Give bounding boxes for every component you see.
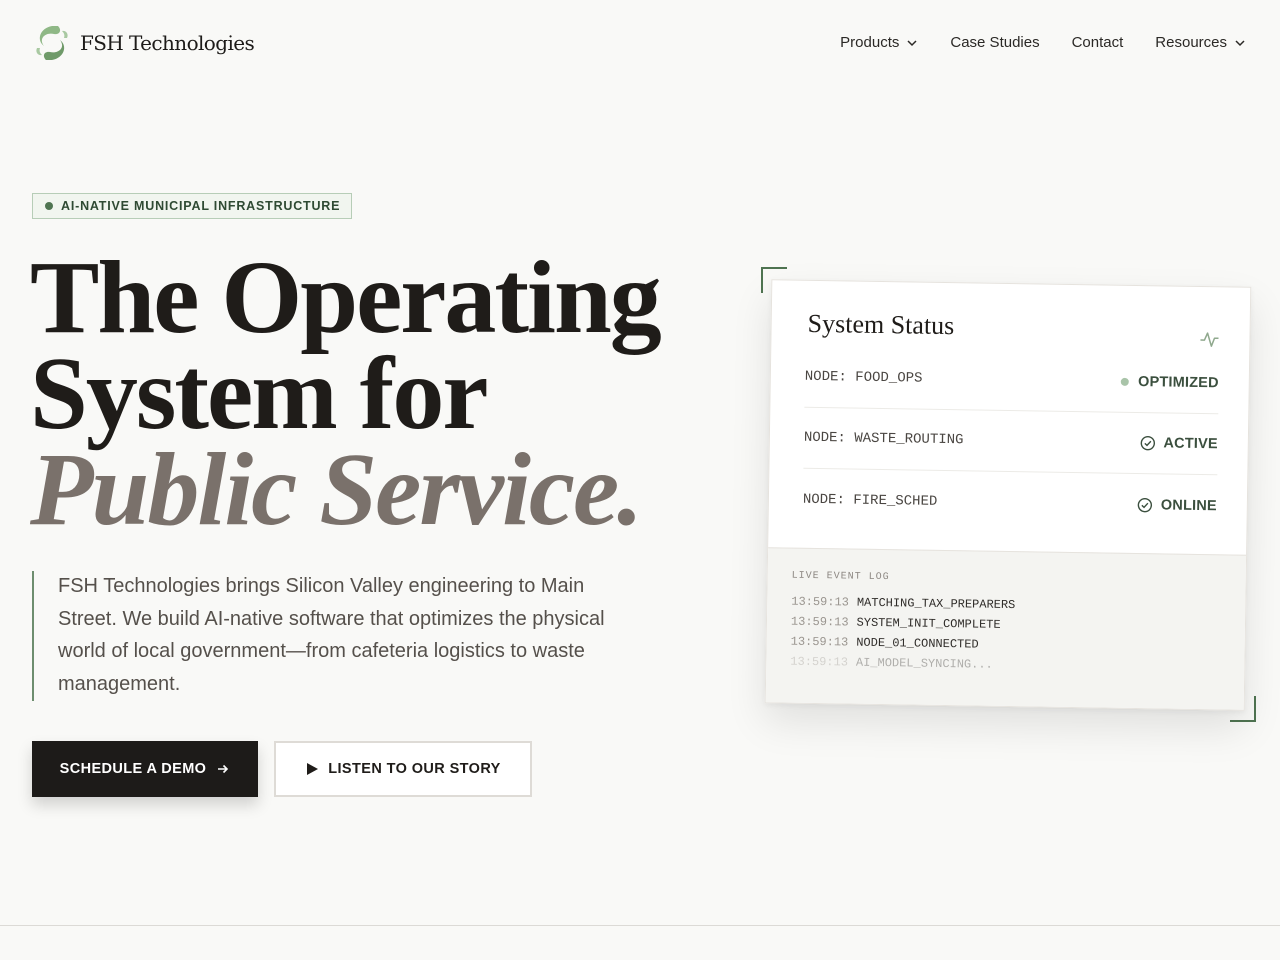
headline-line-3: Public Service.: [30, 432, 643, 547]
log-message: SYSTEM_INIT_COMPLETE: [856, 615, 1001, 632]
listen-story-label: LISTEN TO OUR STORY: [328, 761, 501, 777]
nav-item-label: Case Studies: [950, 34, 1040, 51]
status-text: OPTIMIZED: [1137, 374, 1219, 392]
node-label: NODE: FOOD_OPS: [804, 368, 923, 387]
arrow-right-icon: [218, 764, 229, 774]
nav-item-label: Products: [840, 34, 900, 51]
hero-headline: The Operating System for Public Service.: [30, 240, 730, 547]
activity-pulse-icon: [1200, 332, 1219, 347]
log-message: NODE_01_CONNECTED: [856, 635, 979, 652]
nav-item-resources[interactable]: Resources: [1155, 34, 1246, 51]
status-badge: OPTIMIZED: [1120, 374, 1219, 392]
chevron-down-icon: [1235, 39, 1245, 46]
system-status-card: System Status NODE: FOOD_OPS OPTIMIZED N…: [764, 279, 1252, 711]
log-time: 13:59:13: [791, 594, 850, 610]
node-row-fire-sched: NODE: FIRE_SCHED ONLINE: [802, 469, 1217, 536]
leaf-swirl-icon: [36, 26, 68, 60]
log-message: MATCHING_TAX_PREPARERS: [856, 595, 1016, 613]
log-time: 13:59:13: [790, 634, 849, 650]
nav-item-contact[interactable]: Contact: [1072, 34, 1124, 51]
node-label: NODE: WASTE_ROUTING: [803, 429, 964, 449]
badge-dot-icon: [45, 202, 53, 210]
nav-item-case-studies[interactable]: Case Studies: [950, 34, 1039, 51]
schedule-demo-button[interactable]: SCHEDULE A DEMO: [32, 741, 258, 797]
status-text: ONLINE: [1160, 496, 1217, 514]
site-header: FSH Technologies Products Case Studies C…: [0, 0, 1280, 88]
nav-item-label: Resources: [1155, 34, 1227, 51]
status-text: ACTIVE: [1163, 435, 1218, 453]
brand-logo-link[interactable]: FSH Technologies: [32, 22, 255, 64]
play-icon: [307, 763, 319, 775]
schedule-demo-label: SCHEDULE A DEMO: [59, 761, 207, 777]
headline-line-1: The Operating: [30, 240, 662, 355]
node-row-food-ops: NODE: FOOD_OPS OPTIMIZED: [804, 346, 1220, 415]
log-message: AI_MODEL_SYNCING...: [855, 655, 993, 672]
badge-label: AI-NATIVE MUNICIPAL INFRASTRUCTURE: [61, 199, 341, 213]
brand-name: FSH Technologies: [80, 31, 255, 55]
status-badge: ACTIVE: [1139, 435, 1218, 452]
card-title: System Status: [807, 308, 955, 341]
main-nav: Products Case Studies Contact Resources: [808, 34, 1246, 51]
log-time: 13:59:13: [790, 654, 849, 670]
hero-badge: AI-NATIVE MUNICIPAL INFRASTRUCTURE: [32, 193, 353, 219]
live-event-log: LIVE EVENT LOG 13:59:13 MATCHING_TAX_PREP…: [765, 547, 1247, 710]
status-dot-icon: [1120, 377, 1130, 386]
headline-line-2: System for: [30, 336, 489, 451]
check-circle-icon: [1140, 435, 1155, 451]
lede-text: FSH Technologies brings Silicon Valley e…: [58, 575, 605, 695]
node-label: NODE: FIRE_SCHED: [802, 491, 938, 510]
nav-item-products[interactable]: Products: [840, 34, 918, 51]
chevron-down-icon: [907, 39, 917, 46]
log-time: 13:59:13: [790, 614, 849, 630]
node-row-waste-routing: NODE: WASTE_ROUTING ACTIVE: [803, 407, 1219, 476]
hero-lede: FSH Technologies brings Silicon Valley e…: [32, 571, 612, 701]
log-heading: LIVE EVENT LOG: [791, 570, 890, 584]
section-divider: [0, 925, 1280, 926]
check-circle-icon: [1137, 497, 1153, 512]
listen-story-button[interactable]: LISTEN TO OUR STORY: [274, 741, 532, 797]
nav-item-label: Contact: [1071, 34, 1124, 51]
status-badge: ONLINE: [1137, 497, 1217, 514]
